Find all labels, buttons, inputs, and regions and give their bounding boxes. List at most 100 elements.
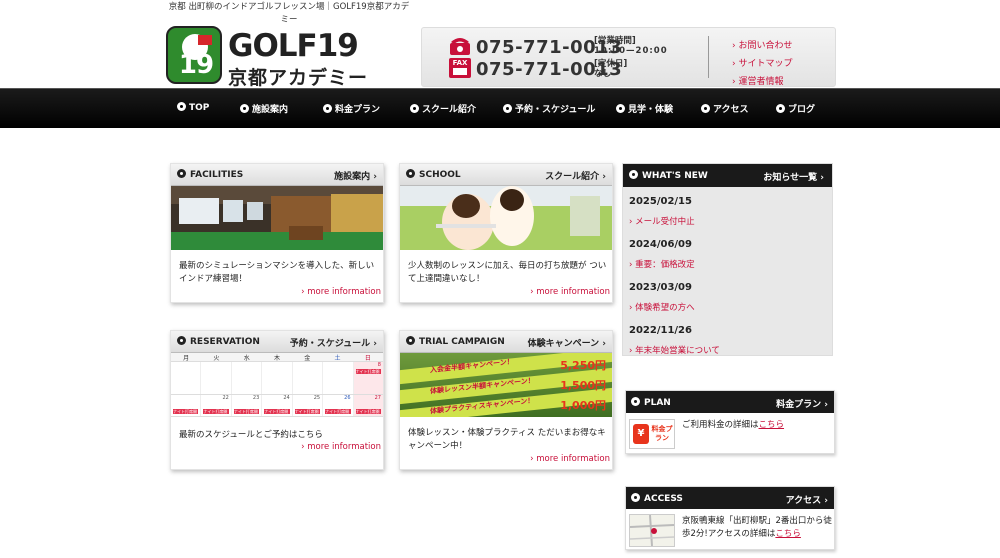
card-title-jp[interactable]: 体験キャンペーン › xyxy=(528,336,606,349)
card-title-jp[interactable]: 予約・スケジュール › xyxy=(290,336,377,349)
trial-campaign-card[interactable]: TRIAL CAMPAIGN 体験キャンペーン › 入会金半額キャンペーン！ 体… xyxy=(399,330,613,470)
news-link[interactable]: 重要：価格改定 xyxy=(629,258,695,270)
bullet-icon xyxy=(406,336,415,345)
access-link[interactable]: アクセス › xyxy=(786,493,828,506)
whats-new-panel: WHAT'S NEW お知らせ一覧 › 2025/02/15 メール受付中止 2… xyxy=(622,163,833,356)
closed-value: なし xyxy=(594,69,612,79)
nav-bullet-icon xyxy=(240,104,249,113)
nav-bullet-icon xyxy=(776,104,785,113)
calendar-date: 23 xyxy=(252,395,260,401)
bullet-icon xyxy=(629,170,638,179)
card-title-en: RESERVATION xyxy=(190,337,260,347)
reservation-card[interactable]: RESERVATION 予約・スケジュール › 月 火 水 木 金 土 日 8 … xyxy=(170,330,384,470)
contact-link[interactable]: お問い合わせ xyxy=(732,38,792,51)
card-header: TRIAL CAMPAIGN 体験キャンペーン › xyxy=(400,331,612,353)
card-description: 最新のスケジュールとご予約はこちら xyxy=(179,430,323,440)
nav-schedule[interactable]: 予約・スケジュール xyxy=(503,102,595,115)
flag-icon xyxy=(198,35,212,45)
whats-new-title: WHAT'S NEW xyxy=(642,171,708,181)
card-header: RESERVATION 予約・スケジュール › xyxy=(171,331,383,353)
plan-link[interactable]: 料金プラン › xyxy=(776,397,828,410)
plan-detail-link[interactable]: こちら xyxy=(759,420,785,430)
hours-label: 営業時間 xyxy=(597,36,632,46)
bullet-icon xyxy=(177,336,186,345)
bullet-icon xyxy=(631,493,640,502)
nav-label: 予約・スケジュール xyxy=(515,105,596,115)
news-link[interactable]: 体験希望の方へ xyxy=(629,301,695,313)
more-information-link[interactable]: more information xyxy=(301,442,381,452)
nav-label: 施設案内 xyxy=(252,105,289,115)
calendar-slot[interactable]: ナイト打席開放 xyxy=(355,409,381,414)
news-date: 2022/11/26 xyxy=(629,325,692,336)
calendar-day: 火 xyxy=(213,355,220,362)
plan-box: PLAN 料金プラン › ¥ 料金プラン ご利用料金の詳細はこちら xyxy=(625,390,835,454)
nav-bullet-icon xyxy=(323,104,332,113)
fax-icon: FAX xyxy=(449,58,471,78)
access-box: ACCESS アクセス › 京阪鴨東線「出町柳駅」2番出口から徒歩2分!アクセス… xyxy=(625,486,835,550)
access-map-thumbnail[interactable] xyxy=(629,514,675,547)
calendar-day: 木 xyxy=(273,355,280,362)
nav-bullet-icon xyxy=(616,104,625,113)
calendar-day: 土 xyxy=(334,355,341,362)
nav-label: 見学・体験 xyxy=(628,105,674,115)
nav-top[interactable]: TOP xyxy=(177,102,209,113)
operator-info-link[interactable]: 運営者情報 xyxy=(732,74,783,87)
card-header: SCHOOL スクール紹介 › xyxy=(400,164,612,186)
more-information-link[interactable]: more information xyxy=(530,287,610,297)
access-header: ACCESS アクセス › xyxy=(626,487,834,509)
calendar-slot[interactable]: ナイト打席開放 xyxy=(264,409,290,414)
access-title: ACCESS xyxy=(644,494,683,504)
nav-access[interactable]: アクセス xyxy=(701,102,749,115)
more-information-link[interactable]: more information xyxy=(530,454,610,464)
calendar-date: 25 xyxy=(313,395,321,401)
plan-icon-label: 料金プラン xyxy=(651,425,673,442)
nav-pricing[interactable]: 料金プラン xyxy=(323,102,380,115)
schedule-calendar: 月 火 水 木 金 土 日 8 ナイト打席開放 ナイト打席開放 22 ナイト打席開… xyxy=(171,353,383,417)
logo-number: 19 xyxy=(178,50,214,80)
calendar-day: 金 xyxy=(304,355,311,362)
access-detail-link[interactable]: こちら xyxy=(775,529,801,539)
calendar-slot[interactable]: ナイト打席開放 xyxy=(325,409,351,414)
calendar-slot[interactable]: ナイト打席開放 xyxy=(294,409,321,414)
calendar-date: 22 xyxy=(222,395,229,401)
logo-badge: 19 xyxy=(166,26,222,84)
plan-title: PLAN xyxy=(644,398,671,408)
news-list-link[interactable]: お知らせ一覧 › xyxy=(763,170,824,183)
nav-label: ブログ xyxy=(788,105,816,115)
nav-facilities[interactable]: 施設案内 xyxy=(240,102,288,115)
calendar-slot[interactable]: ナイト打席開放 xyxy=(203,409,229,414)
card-title-jp[interactable]: スクール紹介 › xyxy=(545,169,606,182)
calendar-slot[interactable]: ナイト打席開放 xyxy=(173,409,199,414)
nav-bullet-icon xyxy=(410,104,419,113)
yen-plan-icon[interactable]: ¥ 料金プラン xyxy=(629,419,675,449)
news-date: 2024/06/09 xyxy=(629,239,692,250)
more-information-link[interactable]: more information xyxy=(301,287,381,297)
whats-new-header: WHAT'S NEW お知らせ一覧 › xyxy=(623,164,832,187)
calendar-slot[interactable]: ナイト打席開放 xyxy=(233,409,260,414)
nav-trial[interactable]: 見学・体験 xyxy=(616,102,673,115)
facilities-card[interactable]: FACILITIES 施設案内 › 最新のシミュレーションマシンを導入した、新し… xyxy=(170,163,384,303)
calendar-date: 24 xyxy=(283,395,290,401)
nav-bullet-icon xyxy=(701,104,710,113)
bullet-icon xyxy=(631,397,640,406)
nav-school[interactable]: スクール紹介 xyxy=(410,102,476,115)
news-link[interactable]: 年末年始営業について xyxy=(629,344,720,356)
school-card[interactable]: SCHOOL スクール紹介 › 少人数制のレッスンに加え、毎日の打ち放題が つい… xyxy=(399,163,613,303)
main-nav: TOP 施設案内 料金プラン スクール紹介 予約・スケジュール 見学・体験 アク… xyxy=(0,88,1000,128)
nav-blog[interactable]: ブログ xyxy=(776,102,815,115)
access-text: 京阪鴨東線「出町柳駅」2番出口から徒歩2分!アクセスの詳細は xyxy=(682,516,832,539)
news-link[interactable]: メール受付中止 xyxy=(629,215,695,227)
calendar-date: 26 xyxy=(344,395,351,401)
card-title-en: TRIAL CAMPAIGN xyxy=(419,337,505,347)
calendar-date: 27 xyxy=(374,395,381,401)
news-date: 2025/02/15 xyxy=(629,196,692,207)
site-logo[interactable]: 19 GOLF19 京都アカデミー xyxy=(166,26,376,89)
site-tagline: 京都 出町柳のインドアゴルフレッスン場｜GOLF19京都アカデミー xyxy=(168,2,410,25)
calendar-slot[interactable]: ナイト打席開放 xyxy=(355,369,381,374)
calendar-day: 日 xyxy=(364,355,371,362)
card-title-jp[interactable]: 施設案内 › xyxy=(334,169,377,182)
news-date: 2023/03/09 xyxy=(629,282,692,293)
nav-bullet-icon xyxy=(177,102,186,111)
card-title-en: FACILITIES xyxy=(190,170,244,180)
sitemap-link[interactable]: サイトマップ xyxy=(732,56,792,69)
